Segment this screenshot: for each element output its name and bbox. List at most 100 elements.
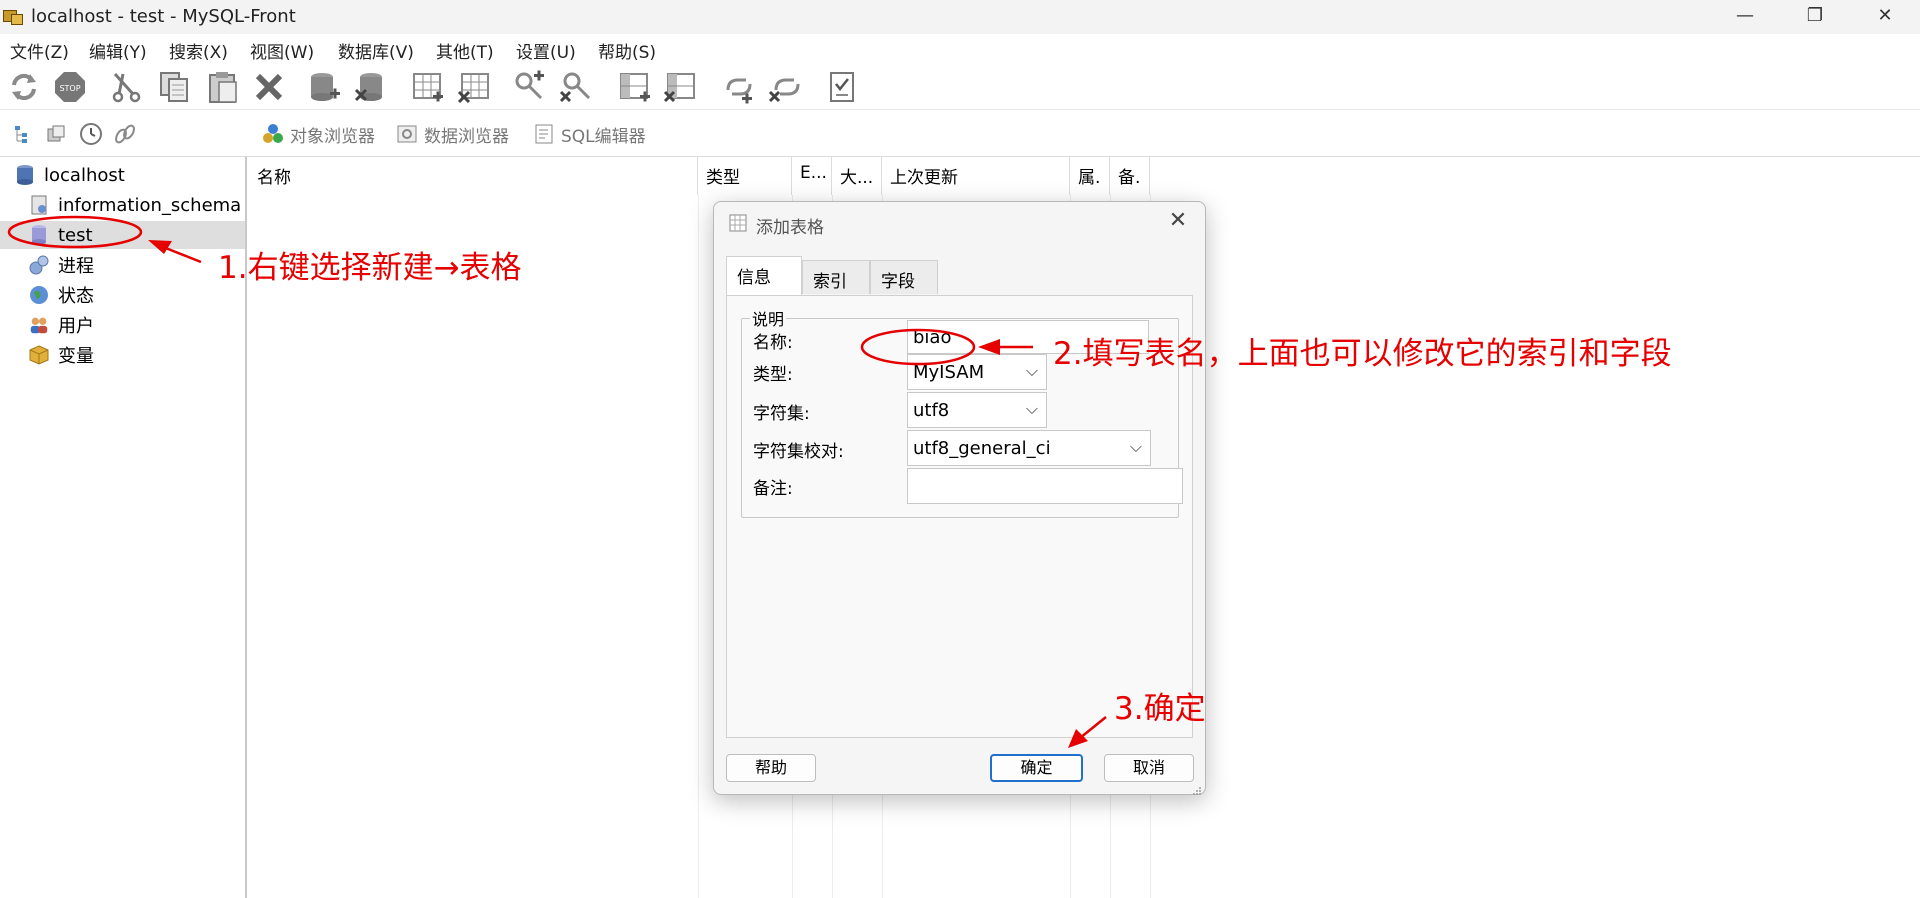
add-database-icon[interactable]	[307, 69, 343, 105]
resize-grip-icon[interactable]	[1192, 781, 1202, 795]
restore-button[interactable]: ❐	[1780, 0, 1850, 34]
tree-view-icon[interactable]	[10, 121, 36, 147]
stop-icon[interactable]: STOP	[52, 69, 88, 105]
data-browser-button[interactable]: 数据浏览器	[396, 120, 509, 148]
ok-button[interactable]: 确定	[990, 754, 1083, 782]
window-title: localhost - test - MySQL-Front	[31, 6, 296, 27]
table-icon	[729, 214, 747, 232]
type-label: 类型:	[753, 365, 793, 385]
group-label: 说明	[750, 306, 787, 330]
tree-item-processes[interactable]: 进程	[0, 251, 245, 279]
column-header-size[interactable]: 大...	[832, 157, 882, 195]
tree-item-label: 变量	[58, 346, 94, 367]
view-toolbar: 对象浏览器 数据浏览器 SQL编辑器	[0, 111, 1920, 157]
collation-label: 字符集校对:	[753, 442, 844, 462]
comment-input[interactable]	[907, 468, 1183, 504]
charset-select[interactable]: utf8 ⌵	[907, 392, 1047, 428]
drop-field-icon[interactable]	[662, 69, 698, 105]
close-button[interactable]: ✕	[1850, 0, 1920, 34]
users-icon	[28, 314, 50, 336]
package-icon	[28, 344, 50, 366]
cancel-button[interactable]: 取消	[1104, 754, 1194, 782]
tab-fields[interactable]: 字段	[870, 260, 938, 294]
add-key-icon[interactable]	[513, 69, 549, 105]
delete-icon[interactable]	[251, 69, 287, 105]
title-bar: localhost - test - MySQL-Front — ❐ ✕	[0, 0, 1920, 34]
drop-table-icon[interactable]	[456, 69, 492, 105]
drop-key-icon[interactable]	[558, 69, 594, 105]
menu-help[interactable]: 帮助(S)	[598, 38, 656, 63]
links-icon[interactable]	[112, 121, 138, 147]
dialog-close-icon[interactable]: ✕	[1163, 208, 1193, 233]
add-field-icon[interactable]	[617, 69, 653, 105]
menu-bar: 文件(Z) 编辑(Y) 搜索(X) 视图(W) 数据库(V) 其他(T) 设置(…	[0, 34, 1920, 64]
properties-icon[interactable]	[824, 69, 860, 105]
minimize-button[interactable]: —	[1710, 0, 1780, 34]
menu-file[interactable]: 文件(Z)	[10, 38, 69, 63]
chevron-down-icon: ⌵	[1025, 361, 1038, 380]
column-header-records[interactable]: Ε...	[792, 157, 832, 195]
svg-text:STOP: STOP	[59, 84, 80, 93]
gears-icon	[28, 254, 50, 276]
object-browser-icon	[262, 123, 284, 145]
menu-view[interactable]: 视图(W)	[250, 38, 314, 63]
sql-editor-button[interactable]: SQL编辑器	[533, 120, 646, 148]
system-database-icon	[28, 194, 50, 216]
cut-icon[interactable]	[108, 69, 144, 105]
database-icon	[28, 224, 50, 246]
object-browser-label: 对象浏览器	[290, 126, 375, 147]
column-divider	[698, 195, 699, 898]
charset-value: utf8	[913, 400, 950, 421]
name-label: 名称:	[753, 333, 793, 353]
charset-label: 字符集:	[753, 404, 810, 424]
add-table-icon[interactable]	[410, 69, 446, 105]
tree-item-label: information_schema	[58, 194, 242, 216]
column-header-comment[interactable]: 备.	[1110, 157, 1150, 195]
paste-icon[interactable]	[205, 69, 241, 105]
menu-other[interactable]: 其他(T)	[436, 38, 494, 63]
tree-item-label: 用户	[58, 316, 94, 337]
tree-item-users[interactable]: 用户	[0, 311, 245, 339]
chevron-down-icon: ⌵	[1025, 399, 1038, 418]
drop-foreign-key-icon[interactable]	[767, 69, 803, 105]
menu-edit[interactable]: 编辑(Y)	[89, 38, 147, 63]
help-button[interactable]: 帮助	[726, 754, 816, 782]
copy-icon[interactable]	[156, 69, 192, 105]
navigation-tree: localhost information_schema test 进程 状态 …	[0, 157, 247, 898]
engine-select[interactable]: MyISAM ⌵	[907, 354, 1047, 390]
menu-database[interactable]: 数据库(V)	[338, 38, 414, 63]
engine-value: MyISAM	[913, 362, 985, 383]
main-toolbar: STOP	[0, 64, 1920, 110]
annotation-step-1: 1.右键选择新建→表格	[218, 250, 522, 286]
column-header-type[interactable]: 类型	[698, 157, 792, 195]
column-header-name[interactable]: 名称	[249, 157, 698, 195]
refresh-icon[interactable]	[6, 69, 42, 105]
tree-item-test[interactable]: test	[0, 221, 245, 249]
tree-item-label: 状态	[58, 286, 94, 307]
history-icon[interactable]	[78, 121, 104, 147]
column-header-last-update[interactable]: 上次更新	[882, 157, 1070, 195]
collation-value: utf8_general_ci	[913, 438, 1051, 459]
menu-search[interactable]: 搜索(X)	[169, 38, 228, 63]
comment-label: 备注:	[753, 479, 793, 499]
column-header-attributes[interactable]: 属.	[1070, 157, 1110, 195]
dialog-title: 添加表格	[756, 218, 824, 238]
app-icon	[3, 8, 25, 26]
tree-item-status[interactable]: 状态	[0, 281, 245, 309]
tab-indexes[interactable]: 索引	[802, 260, 870, 294]
tree-item-label: test	[58, 224, 93, 246]
chevron-down-icon: ⌵	[1129, 437, 1142, 456]
drop-database-icon[interactable]	[352, 69, 388, 105]
tree-item-localhost[interactable]: localhost	[0, 161, 245, 189]
collation-select[interactable]: utf8_general_ci ⌵	[907, 430, 1151, 466]
objects-icon[interactable]	[43, 121, 69, 147]
add-foreign-key-icon[interactable]	[721, 69, 757, 105]
sql-editor-label: SQL编辑器	[561, 126, 646, 147]
tree-item-information-schema[interactable]: information_schema	[0, 191, 245, 219]
tab-info[interactable]: 信息	[726, 256, 802, 296]
tree-item-variables[interactable]: 变量	[0, 341, 245, 369]
tree-item-label: 进程	[58, 256, 94, 277]
menu-settings[interactable]: 设置(U)	[516, 38, 576, 63]
object-browser-button[interactable]: 对象浏览器	[262, 120, 375, 148]
annotation-step-3: 3.确定	[1114, 691, 1206, 727]
